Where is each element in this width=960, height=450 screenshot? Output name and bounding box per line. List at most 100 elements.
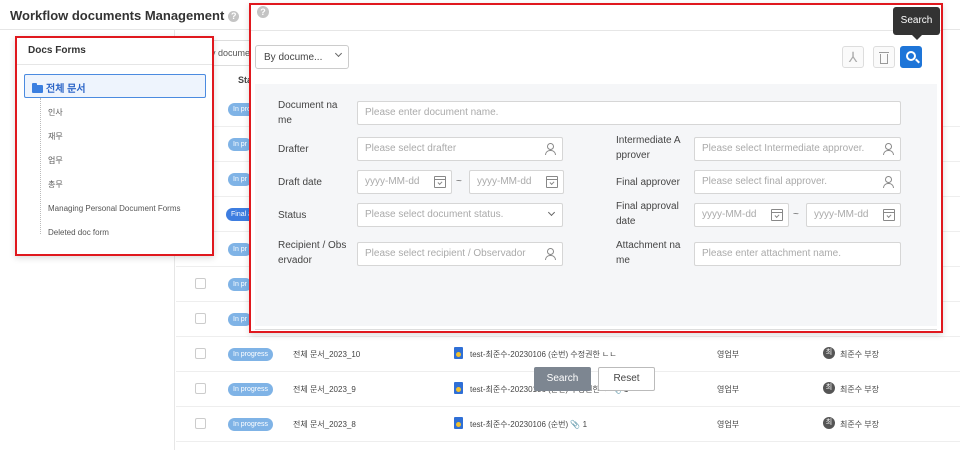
tree-guide-line	[40, 98, 41, 234]
tree-item-finance[interactable]: 재무	[48, 131, 63, 142]
status-placeholder: Please select document status.	[365, 209, 504, 220]
search-button[interactable]: Search	[534, 367, 591, 391]
department: 영업부	[717, 350, 740, 359]
docs-forms-panel: Docs Forms 전체 문서 인사 재무 업무 총무 Managing Pe…	[15, 36, 214, 256]
row-checkbox[interactable]	[195, 313, 206, 324]
calendar-icon[interactable]	[546, 176, 558, 188]
calendar-icon[interactable]	[883, 209, 895, 221]
person-icon[interactable]	[882, 176, 894, 188]
search-tooltip: Search	[893, 7, 940, 40]
doc-number: 전체 문서_2023_10	[293, 350, 361, 359]
calendar-icon[interactable]	[771, 209, 783, 221]
calendar-icon[interactable]	[434, 176, 446, 188]
tree-item-personal-forms[interactable]: Managing Personal Document Forms	[48, 204, 181, 213]
drafter-placeholder: Please select drafter	[365, 143, 457, 154]
final-approver-input[interactable]: Please select final approver.	[694, 170, 901, 194]
date-range-separator: ~	[793, 209, 799, 220]
department: 영업부	[717, 385, 740, 394]
status-badge: In progress	[228, 348, 274, 361]
person-icon[interactable]	[882, 143, 894, 155]
row-checkbox[interactable]	[195, 278, 206, 289]
intermediate-approver-input[interactable]: Please select Intermediate approver.	[694, 137, 901, 161]
status-select[interactable]: Please select document status.	[357, 203, 563, 227]
label-document-name: Document na me	[278, 100, 338, 126]
document-name-input[interactable]: Please enter document name.	[357, 101, 901, 125]
label-final-approver: Final approver	[616, 177, 680, 188]
person-icon[interactable]	[544, 143, 556, 155]
search-toggle-button[interactable]	[900, 46, 922, 68]
search-panel: ? By docume... ⅄ Document na me Please e…	[249, 3, 943, 391]
tree-item-deleted-forms[interactable]: Deleted doc form	[48, 228, 109, 237]
docs-forms-title: Docs Forms	[28, 45, 86, 56]
page-title-text: Workflow documents Management	[10, 8, 225, 23]
date-placeholder: yyyy-MM-dd	[365, 176, 420, 187]
status-badge: In progress	[228, 383, 274, 396]
drafter-name: 최준수 부장	[840, 350, 880, 359]
doc-title-link[interactable]: test-최준수-20230106 (순번) 수정권한 ㄴㄴ	[470, 349, 617, 360]
drafter-input[interactable]: Please select drafter	[357, 137, 563, 161]
final-date-end[interactable]: yyyy-MM-dd	[806, 203, 901, 227]
label-attachment-name: Attachment na me	[616, 240, 681, 266]
help-icon[interactable]: ?	[257, 6, 269, 18]
search-icon-handle	[915, 58, 920, 64]
tree-item-all-documents[interactable]: 전체 문서	[24, 74, 206, 98]
attachment-name-input[interactable]: Please enter attachment name.	[694, 242, 901, 266]
avatar: 최	[823, 382, 835, 394]
row-checkbox[interactable]	[195, 383, 206, 394]
doc-type-select[interactable]: By docume...	[255, 45, 349, 69]
status-badge: In progress	[228, 418, 274, 431]
divider	[17, 64, 212, 65]
tree-item-general-affairs[interactable]: 총무	[48, 179, 63, 190]
department: 영업부	[717, 420, 740, 429]
table-row[interactable]: In progress 전체 문서_2023_8 test-최준수-202301…	[176, 407, 960, 442]
draft-date-start[interactable]: yyyy-MM-dd	[357, 170, 452, 194]
document-icon	[454, 347, 463, 359]
label-status: Status	[278, 210, 307, 221]
pdf-export-button[interactable]: ⅄	[842, 46, 864, 68]
help-icon[interactable]: ?	[228, 11, 240, 22]
intermediate-placeholder: Please select Intermediate approver.	[702, 143, 865, 154]
recipient-placeholder: Please select recipient / Observador	[365, 248, 526, 259]
date-placeholder: yyyy-MM-dd	[477, 176, 532, 187]
drafter-name: 최준수 부장	[840, 385, 880, 394]
final-date-start[interactable]: yyyy-MM-dd	[694, 203, 789, 227]
delete-button[interactable]	[873, 46, 895, 68]
draft-date-end[interactable]: yyyy-MM-dd	[469, 170, 564, 194]
search-form: Document na me Please enter document nam…	[255, 84, 937, 391]
divider	[255, 329, 937, 330]
recipient-input[interactable]: Please select recipient / Observador	[357, 242, 563, 266]
drafter-name: 최준수 부장	[840, 420, 880, 429]
final-approver-placeholder: Please select final approver.	[702, 176, 828, 187]
tree-root-label: 전체 문서	[46, 84, 86, 95]
chevron-down-icon	[547, 208, 556, 217]
label-final-approval-date: Final approval date	[616, 201, 679, 227]
date-placeholder: yyyy-MM-dd	[814, 209, 869, 220]
doc-type-select-value: By docume...	[264, 52, 323, 63]
row-checkbox[interactable]	[195, 418, 206, 429]
avatar: 최	[823, 347, 835, 359]
trash-icon	[879, 52, 889, 53]
chevron-down-icon	[334, 49, 343, 58]
divider	[251, 30, 941, 31]
page-title: Workflow documents Management?	[10, 8, 240, 23]
date-range-separator: ~	[456, 176, 462, 187]
label-draft-date: Draft date	[278, 177, 322, 188]
doc-number: 전체 문서_2023_9	[293, 385, 356, 394]
label-recipient: Recipient / Obs ervador	[278, 240, 347, 266]
reset-button[interactable]: Reset	[598, 367, 655, 391]
label-drafter: Drafter	[278, 144, 309, 155]
avatar: 최	[823, 417, 835, 429]
person-icon[interactable]	[544, 248, 556, 260]
doc-title-link[interactable]: test-최준수-20230106 (순번) 📎 1	[470, 419, 587, 430]
tree-item-hr[interactable]: 인사	[48, 107, 63, 118]
row-checkbox[interactable]	[195, 348, 206, 359]
folder-open-icon	[32, 83, 43, 93]
trash-icon-body	[880, 54, 888, 64]
page: Workflow documents Management? By docume…	[0, 0, 960, 450]
document-icon	[454, 382, 463, 394]
doc-number: 전체 문서_2023_8	[293, 420, 356, 429]
document-icon	[454, 417, 463, 429]
tree-item-business[interactable]: 업무	[48, 155, 63, 166]
date-placeholder: yyyy-MM-dd	[702, 209, 757, 220]
label-intermediate-approver: Intermediate A pprover	[616, 135, 680, 161]
